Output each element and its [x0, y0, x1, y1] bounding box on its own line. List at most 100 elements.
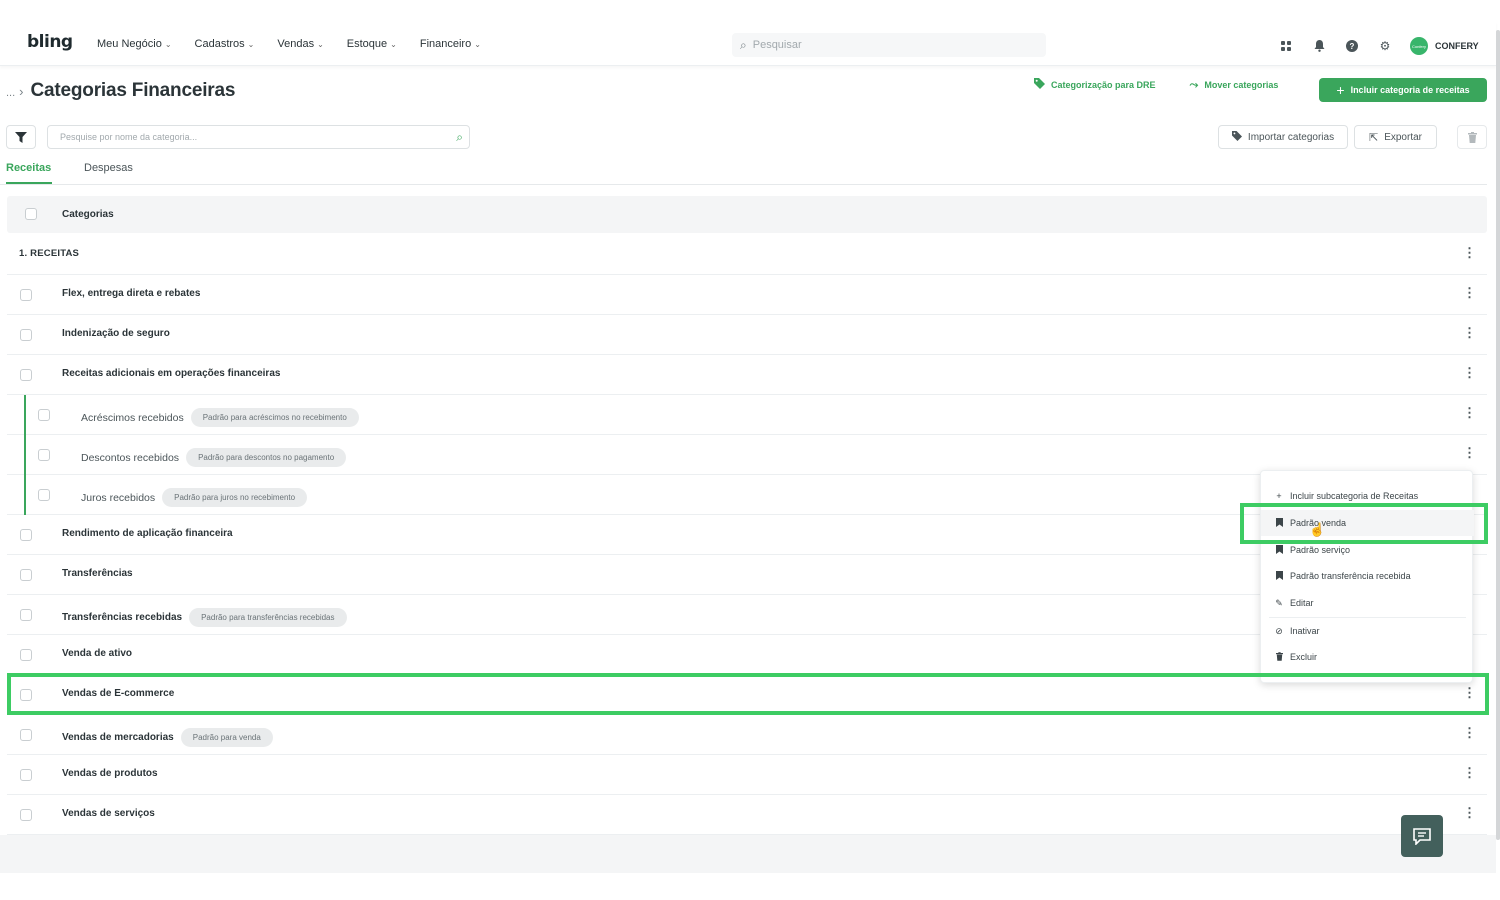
delete-selected-button[interactable]: [1457, 125, 1487, 149]
nav-label: Meu Negócio: [97, 38, 162, 50]
subcategory-indicator: [24, 435, 26, 475]
plus-icon: +: [1276, 491, 1282, 501]
nav-meu-negocio[interactable]: Meu Negócio ⌄: [97, 38, 172, 50]
export-label: Exportar: [1384, 131, 1422, 143]
bookmark-icon: [1273, 517, 1285, 529]
table-row: Receitas adicionais em operações finance…: [7, 355, 1487, 395]
row-checkbox[interactable]: [20, 769, 32, 781]
row-checkbox[interactable]: [38, 409, 50, 421]
menu-item-padrao-transferencia[interactable]: Padrão transferência recebida: [1261, 563, 1474, 589]
user-name[interactable]: CONFERY: [1435, 41, 1479, 51]
bookmark-icon: [1273, 544, 1285, 556]
move-icon: ⤳: [1189, 78, 1199, 91]
kebab-menu-icon[interactable]: ⋮: [1463, 726, 1476, 739]
category-name: Juros recebidos Padrão para juros no rece…: [81, 488, 308, 507]
row-checkbox[interactable]: [38, 449, 50, 461]
row-checkbox[interactable]: [20, 529, 32, 541]
row-checkbox[interactable]: [20, 729, 32, 741]
avatar[interactable]: Confery: [1410, 37, 1428, 55]
kebab-menu-icon[interactable]: ⋮: [1463, 286, 1476, 299]
menu-item-label: Padrão serviço: [1290, 545, 1351, 555]
nav-estoque[interactable]: Estoque ⌄: [347, 38, 397, 50]
bling-logo[interactable]: bling: [27, 32, 73, 52]
menu-item-label: Inativar: [1290, 626, 1320, 636]
category-search-input[interactable]: Pesquise por nome da categoria... ⌕: [47, 125, 470, 149]
search-icon[interactable]: ⌕: [456, 130, 463, 145]
menu-item-editar[interactable]: ✎ Editar: [1261, 590, 1474, 616]
move-categories-button[interactable]: ⤳ Mover categorias: [1190, 79, 1279, 92]
select-all-checkbox[interactable]: [25, 208, 37, 220]
row-checkbox[interactable]: [20, 649, 32, 661]
default-badge: Padrão para descontos no pagamento: [186, 448, 347, 467]
add-revenue-category-button[interactable]: + Incluir categoria de receitas: [1319, 78, 1487, 102]
tab-despesas[interactable]: Despesas: [84, 162, 133, 174]
menu-item-label: Padrão transferência recebida: [1290, 571, 1411, 581]
menu-item-inativar[interactable]: ⊘ Inativar: [1261, 618, 1474, 644]
kebab-menu-icon[interactable]: ⋮: [1463, 686, 1476, 699]
export-button[interactable]: ⇱ Exportar: [1354, 125, 1437, 149]
table-row: 1. RECEITAS ⋮: [7, 235, 1487, 275]
row-checkbox[interactable]: [20, 569, 32, 581]
apps-grid-icon[interactable]: [1278, 38, 1294, 54]
nav-vendas[interactable]: Vendas ⌄: [277, 38, 323, 50]
nav-label: Cadastros: [194, 38, 245, 50]
bell-icon[interactable]: [1311, 38, 1327, 54]
default-badge: Padrão para acréscimos no recebimento: [190, 408, 359, 427]
nav-cadastros[interactable]: Cadastros ⌄: [195, 38, 255, 50]
row-checkbox[interactable]: [20, 289, 32, 301]
global-search-input[interactable]: ⌕ Pesquisar: [732, 33, 1046, 57]
row-checkbox[interactable]: [20, 809, 32, 821]
page-scrollbar[interactable]: [1496, 30, 1500, 840]
category-label: Juros recebidos: [81, 491, 156, 504]
category-label: Transferências recebidas: [62, 612, 183, 623]
menu-item-excluir[interactable]: Excluir: [1261, 644, 1474, 670]
tab-receitas[interactable]: Receitas: [6, 162, 51, 174]
menu-item-add-subcategory[interactable]: + Incluir subcategoria de Receitas: [1261, 483, 1474, 509]
kebab-menu-icon[interactable]: ⋮: [1463, 246, 1476, 259]
app-root: bling Meu Negócio ⌄ Cadastros ⌄ Vendas ⌄ Es…: [0, 0, 1500, 900]
dre-label: Categorização para DRE: [1051, 80, 1156, 90]
row-checkbox[interactable]: [20, 329, 32, 341]
filter-button[interactable]: [6, 125, 36, 149]
chevron-down-icon: ⌄: [247, 39, 255, 49]
tag-icon: [1034, 78, 1045, 92]
default-badge: Padrão para transferências recebidas: [189, 608, 347, 627]
category-name: Receitas adicionais em operações finance…: [62, 368, 281, 379]
row-checkbox[interactable]: [20, 369, 32, 381]
import-categories-button[interactable]: Importar categorias: [1218, 125, 1348, 149]
kebab-menu-icon[interactable]: ⋮: [1463, 446, 1476, 459]
gear-icon[interactable]: ⚙: [1377, 38, 1393, 54]
menu-item-padrao-servico[interactable]: Padrão serviço: [1261, 537, 1474, 563]
tag-icon: [1231, 130, 1242, 144]
row-checkbox[interactable]: [20, 689, 32, 701]
nav-label: Financeiro: [419, 38, 472, 50]
chevron-right-icon: ›: [19, 84, 24, 99]
breadcrumb-parent[interactable]: ...: [6, 87, 15, 99]
kebab-menu-icon[interactable]: ⋮: [1463, 366, 1476, 379]
category-name: Flex, entrega direta e rebates: [62, 288, 201, 299]
nav-financeiro[interactable]: Financeiro ⌄: [420, 38, 481, 50]
table-row: Descontos recebidos Padrão para descontos…: [7, 435, 1487, 475]
row-checkbox[interactable]: [38, 489, 50, 501]
add-revenue-category-label: Incluir categoria de receitas: [1350, 85, 1470, 95]
kebab-menu-icon[interactable]: ⋮: [1463, 806, 1476, 819]
trash-icon: [1273, 651, 1285, 663]
kebab-menu-icon[interactable]: ⋮: [1463, 406, 1476, 419]
category-name: Rendimento de aplicação financeira: [62, 528, 233, 539]
row-context-menu: + Incluir subcategoria de Receitas Padrã…: [1260, 470, 1474, 683]
chevron-down-icon: ⌄: [390, 39, 397, 49]
move-label: Mover categorias: [1204, 80, 1279, 90]
kebab-menu-icon[interactable]: ⋮: [1463, 766, 1476, 779]
column-header-categorias: Categorias: [62, 209, 114, 220]
category-label: Descontos recebidos: [81, 451, 180, 464]
menu-item-padrao-venda[interactable]: Padrão venda: [1261, 510, 1474, 536]
import-label: Importar categorias: [1247, 131, 1335, 143]
kebab-menu-icon[interactable]: ⋮: [1463, 326, 1476, 339]
row-checkbox[interactable]: [20, 609, 32, 621]
help-icon[interactable]: ?: [1344, 38, 1360, 54]
chevron-down-icon: ⌄: [474, 39, 481, 49]
trash-icon: [1467, 131, 1477, 143]
category-name: Transferências recebidas Padrão para tran…: [62, 608, 347, 627]
chat-button[interactable]: [1401, 815, 1443, 857]
dre-button[interactable]: Categorização para DRE: [1034, 78, 1156, 92]
